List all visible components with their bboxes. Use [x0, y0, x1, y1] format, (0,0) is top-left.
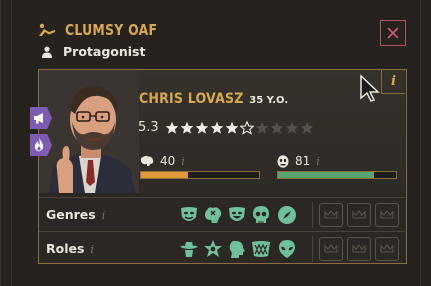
- character-summary: CHRIS LOVASZ 35 Y.O. 5.3 i 40 i 81 i: [30, 70, 405, 193]
- face-mask-icon: [277, 154, 289, 168]
- genre-empty-slot[interactable]: [319, 203, 343, 227]
- role-empty-slot[interactable]: [319, 237, 343, 261]
- info-button[interactable]: i: [381, 70, 405, 94]
- star-empty-icon: [285, 121, 298, 134]
- role-name: Protagonist: [63, 44, 146, 59]
- close-button[interactable]: [380, 20, 406, 46]
- star-filled-icon: [180, 121, 193, 134]
- compass-icon[interactable]: [277, 205, 297, 225]
- alien-icon[interactable]: [277, 239, 297, 259]
- roles-divider: [312, 236, 313, 262]
- star-empty-icon: [255, 121, 268, 134]
- genres-row: Genres i: [39, 197, 405, 231]
- genres-label: Genres: [46, 207, 96, 222]
- genre-empty-slot[interactable]: [347, 203, 371, 227]
- flame-icon: [34, 138, 44, 152]
- roles-row: Roles i: [39, 231, 405, 265]
- sheriff-star-icon[interactable]: [203, 239, 223, 259]
- genres-label-group: Genres i: [46, 207, 105, 222]
- star-rating: [165, 120, 315, 135]
- star-empty-icon: [270, 121, 283, 134]
- brain-icon: [140, 155, 154, 166]
- crown-icon: [352, 244, 366, 253]
- brain-puzzle-icon[interactable]: [203, 205, 223, 225]
- roles-label-group: Roles i: [46, 241, 94, 256]
- trait-header: CLUMSY OAF: [37, 21, 165, 39]
- person-icon: [42, 46, 52, 58]
- comedy-mask-icon[interactable]: [179, 205, 199, 225]
- character-panel: CLUMSY OAF Protagonist CHRIS LOVASZ 35 Y…: [0, 0, 431, 286]
- stat-brain-bar-fill: [141, 172, 189, 178]
- cowboy-icon[interactable]: [179, 239, 199, 259]
- fallen-figure-icon: [39, 23, 55, 36]
- trait-name: CLUMSY OAF: [65, 21, 158, 39]
- character-name-line: CHRIS LOVASZ 35 Y.O.: [139, 91, 288, 107]
- role-empty-slot[interactable]: [347, 237, 371, 261]
- role-header: Protagonist: [41, 44, 145, 59]
- stat-brain-info[interactable]: i: [181, 155, 185, 168]
- skull-icon[interactable]: [251, 205, 271, 225]
- character-name: CHRIS LOVASZ: [139, 91, 244, 107]
- star-empty-icon: [300, 121, 313, 134]
- megaphone-icon: [34, 113, 43, 124]
- stat-mask: 81 i: [277, 154, 320, 168]
- jaws-icon[interactable]: [251, 239, 271, 259]
- stat-brain-value: 40: [160, 154, 176, 168]
- stat-mask-value: 81: [295, 154, 311, 168]
- stat-brain-bar: [140, 171, 260, 179]
- star-filled-icon: [165, 121, 178, 134]
- character-portrait: [39, 70, 139, 193]
- stat-mask-bar: [277, 171, 397, 179]
- star-outline-icon: [239, 120, 254, 135]
- roles-info[interactable]: i: [90, 243, 94, 256]
- character-card: CHRIS LOVASZ 35 Y.O. 5.3 i 40 i 81 i Gen…: [30, 69, 407, 265]
- profile-head-icon[interactable]: [227, 239, 247, 259]
- stat-mask-info[interactable]: i: [316, 155, 320, 168]
- stat-mask-bar-fill: [278, 172, 374, 178]
- character-age: 35 Y.O.: [249, 95, 289, 106]
- star-filled-icon: [225, 121, 238, 134]
- roles-label: Roles: [46, 241, 85, 256]
- genre-empty-slot[interactable]: [375, 203, 399, 227]
- crown-icon: [324, 210, 338, 219]
- crown-icon: [352, 210, 366, 219]
- close-icon: [387, 27, 399, 39]
- rating-line: 5.3: [138, 120, 315, 135]
- crown-icon: [380, 210, 394, 219]
- crown-icon: [324, 244, 338, 253]
- stat-brain: 40 i: [140, 154, 185, 168]
- role-empty-slot[interactable]: [375, 237, 399, 261]
- smile-mask-icon[interactable]: [227, 205, 247, 225]
- star-filled-icon: [195, 121, 208, 134]
- crown-icon: [380, 244, 394, 253]
- genres-divider: [312, 202, 313, 228]
- mouse-cursor-icon: [360, 74, 380, 102]
- genres-info[interactable]: i: [102, 209, 106, 222]
- rating-value: 5.3: [138, 120, 159, 135]
- star-filled-icon: [210, 121, 223, 134]
